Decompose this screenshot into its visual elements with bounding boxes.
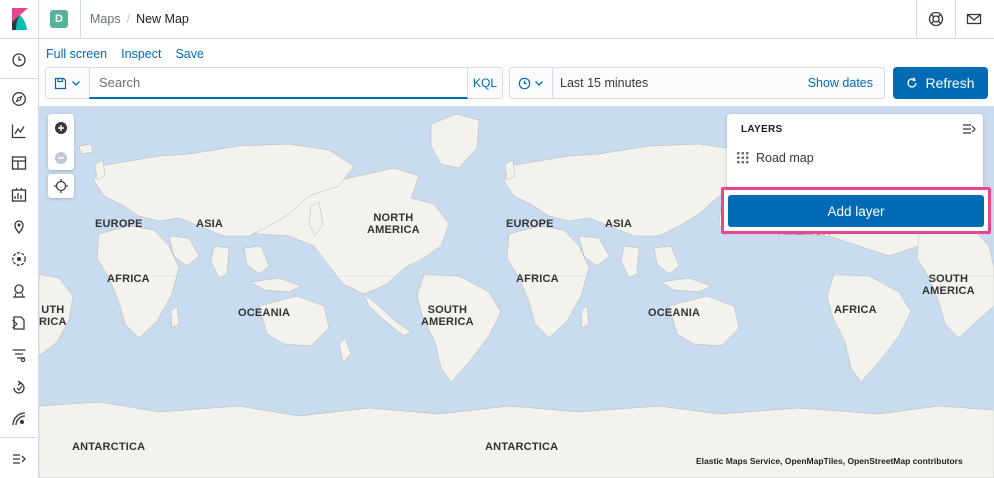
map-label: SOUTH AMERICA: [922, 273, 975, 297]
zoom-out-icon[interactable]: [48, 145, 74, 173]
chevron-down-icon: [535, 81, 543, 86]
header-divider: [38, 0, 39, 39]
map-label: NORTH AMERICA: [367, 212, 420, 236]
breadcrumb: Maps / New Map: [90, 12, 189, 26]
map-label: OCEANIA: [648, 307, 701, 319]
canvas-icon[interactable]: [11, 187, 27, 203]
add-layer-button[interactable]: Add layer: [728, 195, 984, 227]
layer-name: Road map: [756, 151, 814, 165]
chevron-down-icon: [72, 81, 80, 86]
map-label: ASIA: [605, 218, 633, 230]
save-link[interactable]: Save: [175, 47, 204, 61]
quick-select-button[interactable]: [510, 68, 553, 98]
header-divider: [916, 0, 917, 39]
recent-clock-icon[interactable]: [11, 52, 27, 68]
top-header: D Maps / New Map: [0, 0, 994, 39]
layers-panel: LAYERS Road map: [727, 114, 983, 194]
crosshair-icon[interactable]: [48, 174, 74, 198]
layers-title: LAYERS: [741, 124, 783, 135]
mail-icon[interactable]: [966, 11, 982, 27]
maps-pin-icon[interactable]: [11, 219, 27, 235]
saved-query-button[interactable]: [45, 67, 89, 99]
side-nav: [0, 39, 39, 478]
zoom-controls: [48, 114, 74, 170]
space-avatar[interactable]: D: [50, 10, 68, 28]
dashboard-icon[interactable]: [11, 155, 27, 171]
uptime-icon[interactable]: [11, 379, 27, 395]
show-dates-link[interactable]: Show dates: [808, 76, 873, 90]
nav-divider: [0, 437, 38, 438]
map-label: ASIA: [196, 218, 224, 230]
map-label: OCEANIA: [238, 307, 291, 319]
search-input[interactable]: [89, 67, 468, 99]
app-menu: Full screen Inspect Save: [46, 47, 204, 61]
map-label: ANTARCTICA: [72, 441, 146, 453]
query-language-button[interactable]: KQL: [468, 67, 503, 99]
siem-icon[interactable]: [11, 411, 27, 427]
header-divider: [80, 0, 81, 39]
save-disk-icon: [54, 77, 67, 89]
nav-divider: [0, 78, 38, 79]
kibana-logo-icon[interactable]: [10, 8, 30, 30]
infrastructure-icon[interactable]: [11, 283, 27, 299]
map-label: SOUTH AMERICA: [421, 304, 474, 328]
visualize-chart-icon[interactable]: [11, 123, 27, 139]
breadcrumb-maps[interactable]: Maps: [90, 12, 121, 26]
discover-compass-icon[interactable]: [11, 91, 27, 107]
breadcrumb-separator: /: [126, 12, 131, 26]
date-picker: Last 15 minutes Show dates: [509, 67, 885, 99]
clock-icon: [518, 77, 531, 89]
map-label: UTH RICA: [39, 304, 67, 328]
breadcrumb-current: New Map: [136, 12, 189, 26]
map-attribution: Elastic Maps Service, OpenMapTiles, Open…: [696, 456, 963, 466]
help-icon[interactable]: [928, 11, 944, 27]
header-divider: [955, 0, 956, 39]
time-range-text[interactable]: Last 15 minutes: [560, 76, 648, 90]
map-label: EUROPE: [95, 218, 143, 230]
map-label: ANTARCTICA: [485, 441, 559, 453]
map-label: AFRICA: [516, 273, 559, 285]
map-label: AFRICA: [834, 304, 877, 316]
logs-icon[interactable]: [11, 315, 27, 331]
apm-icon[interactable]: [11, 347, 27, 363]
dock-collapse-icon[interactable]: [11, 451, 27, 467]
zoom-in-icon[interactable]: [48, 114, 74, 142]
full-screen-link[interactable]: Full screen: [46, 47, 107, 61]
collapse-panel-icon[interactable]: [962, 123, 976, 135]
map-label: EUROPE: [506, 218, 554, 230]
refresh-label: Refresh: [925, 75, 975, 91]
refresh-icon: [907, 77, 918, 88]
map-label: AFRICA: [107, 273, 150, 285]
locate-control: [48, 174, 74, 198]
inspect-link[interactable]: Inspect: [121, 47, 161, 61]
ml-icon[interactable]: [11, 251, 27, 267]
refresh-button[interactable]: Refresh: [893, 67, 988, 99]
layer-row[interactable]: Road map: [737, 151, 814, 165]
grid-icon: [737, 152, 749, 164]
